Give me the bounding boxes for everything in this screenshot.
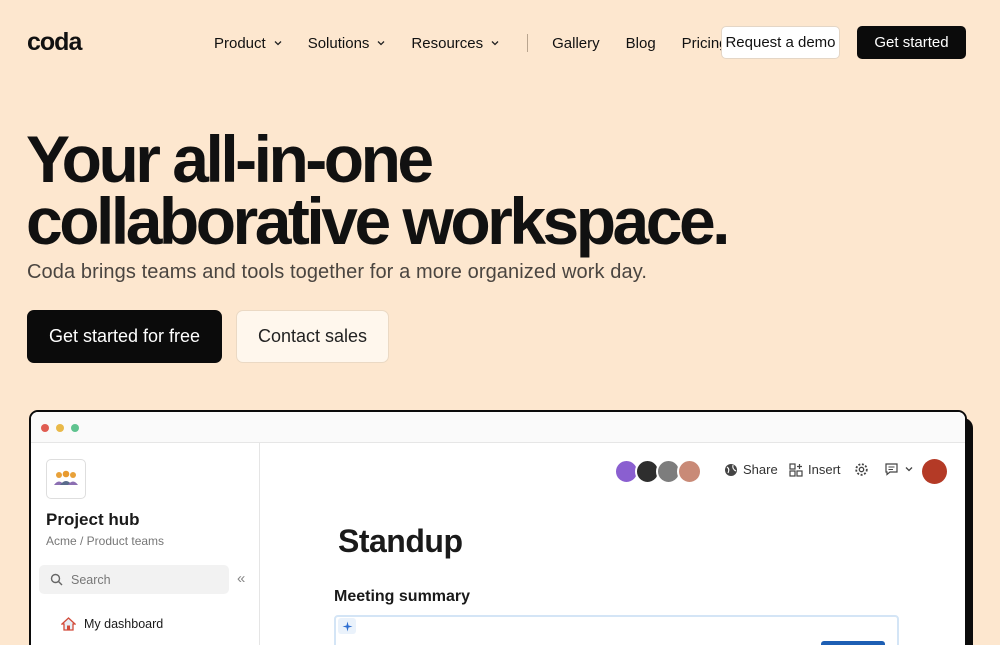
section-heading[interactable]: Meeting summary	[334, 588, 470, 606]
nav-product[interactable]: Product	[214, 35, 282, 52]
get-started-free-button[interactable]: Get started for free	[27, 310, 222, 363]
insert-button[interactable]: Insert	[789, 462, 841, 477]
sidebar-item-label: My dashboard	[84, 617, 164, 631]
nav-divider	[527, 34, 529, 52]
hub-breadcrumb: Acme / Product teams	[46, 534, 165, 548]
top-navbar: coda Product Solutions Resources Gallery…	[0, 0, 1000, 86]
sidebar-item-my-dashboard[interactable]: My dashboard	[61, 617, 163, 631]
nav-resources[interactable]: Resources	[411, 35, 499, 52]
nav-blog-link[interactable]: Blog	[626, 35, 656, 52]
window-titlebar	[31, 412, 965, 443]
nav-resources-label: Resources	[411, 34, 484, 52]
avatar	[677, 459, 702, 484]
people-icon[interactable]	[46, 459, 86, 499]
app-sidebar: Project hub Acme / Product teams Search …	[31, 443, 260, 645]
chevron-down-icon	[274, 41, 282, 46]
sparkle-icon[interactable]	[338, 618, 356, 634]
insert-label: Insert	[808, 462, 841, 477]
contact-sales-button[interactable]: Contact sales	[236, 310, 389, 363]
hub-title: Project hub	[46, 510, 140, 529]
sparkle-glyph-icon	[342, 621, 352, 631]
nav-product-label: Product	[214, 34, 266, 52]
people-group-icon	[54, 470, 78, 485]
hero-subtitle: Coda brings teams and tools together for…	[27, 261, 647, 283]
request-demo-button[interactable]: Request a demo	[721, 26, 840, 59]
window-close-dot	[41, 424, 49, 432]
collapse-sidebar-icon[interactable]: «	[237, 570, 245, 587]
comment-icon	[885, 463, 898, 476]
chevron-down-icon	[491, 41, 499, 46]
ai-action-button[interactable]	[821, 641, 885, 645]
share-label: Share	[743, 462, 778, 477]
house-icon	[61, 617, 76, 631]
settings-button[interactable]	[854, 462, 874, 477]
sidebar-search-input[interactable]: Search	[39, 565, 229, 594]
gear-icon	[855, 463, 868, 476]
grid-plus-icon	[789, 462, 803, 477]
search-icon	[50, 573, 63, 586]
window-minimize-dot	[56, 424, 64, 432]
nav-solutions[interactable]: Solutions	[308, 35, 386, 52]
globe-icon	[725, 463, 737, 476]
hero-title-line-2: collaborative workspace.	[26, 184, 731, 258]
collaborator-avatars[interactable]	[614, 459, 702, 484]
coda-logo[interactable]: coda	[27, 28, 82, 57]
comments-button[interactable]	[884, 462, 918, 476]
nav-solutions-label: Solutions	[307, 34, 370, 52]
user-avatar[interactable]	[922, 459, 947, 484]
document-main: Share Insert Standup Meeting summary	[261, 443, 965, 645]
ai-summary-block[interactable]	[334, 615, 899, 645]
search-placeholder: Search	[71, 572, 111, 587]
hero-title: Your all-in-one collaborative workspace.	[26, 122, 926, 258]
chevron-down-icon	[377, 41, 385, 46]
share-button[interactable]: Share	[724, 462, 778, 477]
app-preview-window: Project hub Acme / Product teams Search …	[29, 410, 967, 645]
nav-gallery-link[interactable]: Gallery	[552, 35, 600, 52]
chevron-down-icon	[905, 467, 913, 472]
hero-title-line-1: Your all-in-one	[26, 122, 434, 196]
window-zoom-dot	[71, 424, 79, 432]
doc-title[interactable]: Standup	[338, 523, 463, 560]
nav-links: Product Solutions Resources Gallery Blog…	[214, 26, 754, 60]
get-started-button[interactable]: Get started	[857, 26, 966, 59]
